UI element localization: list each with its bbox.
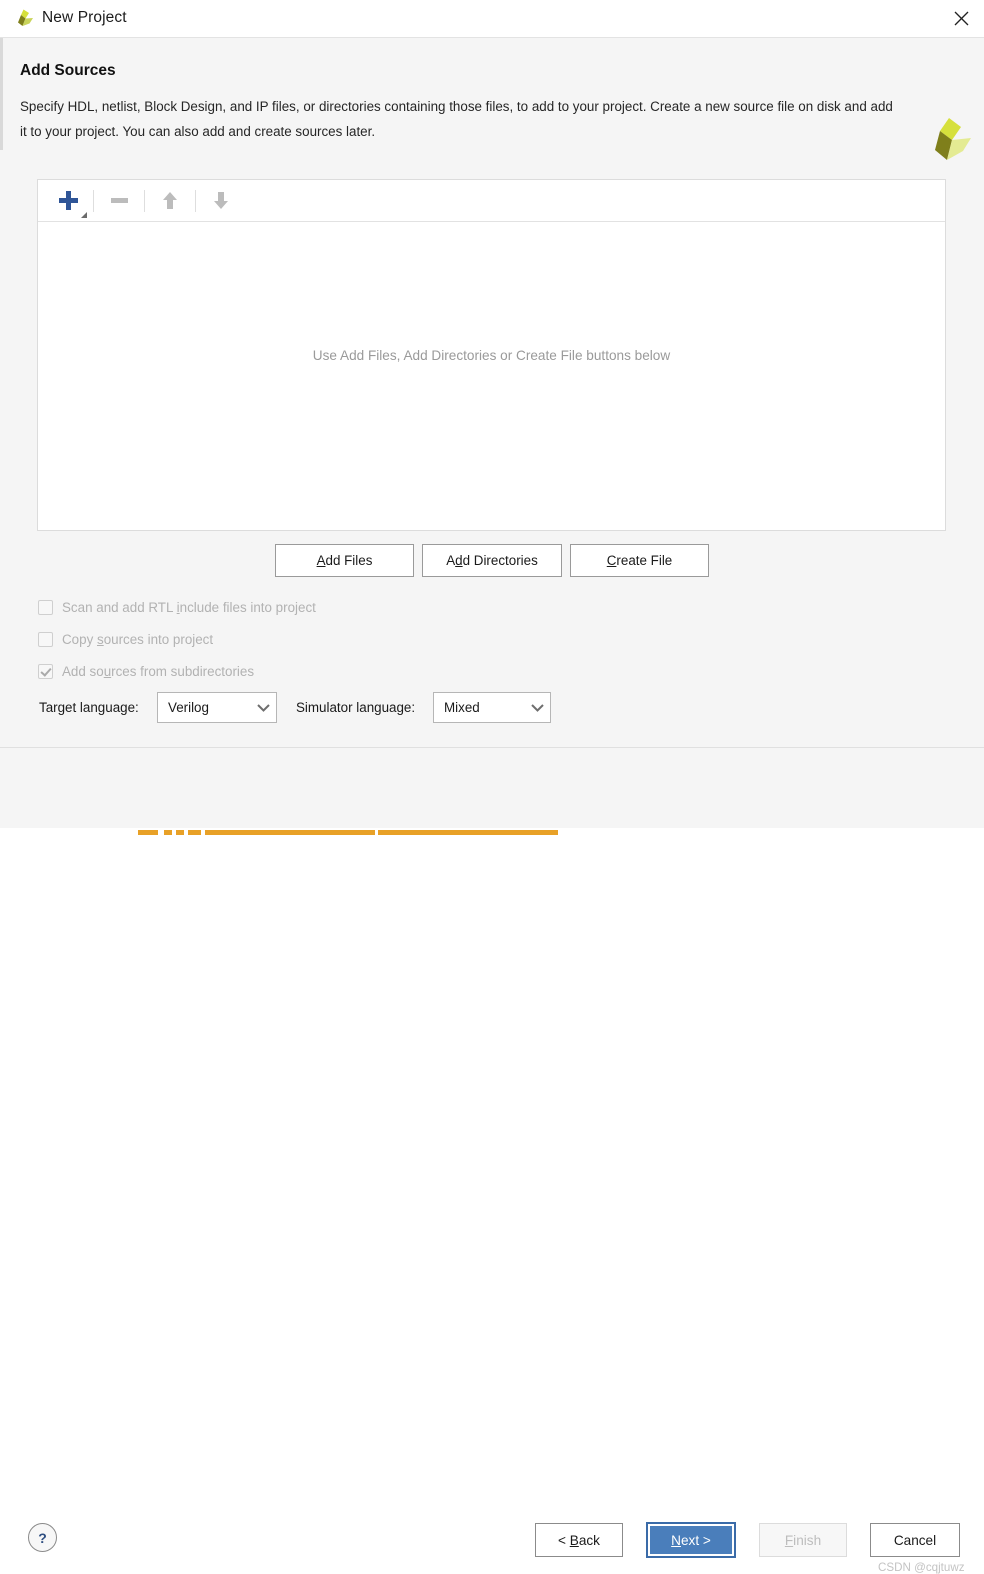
sources-panel: Use Add Files, Add Directories or Create… [37, 179, 946, 531]
target-language-label: Target language: [39, 700, 139, 715]
add-directories-label: Add Directories [446, 553, 538, 568]
add-directories-button[interactable]: Add Directories [422, 544, 562, 577]
taskbar-segment [138, 830, 158, 835]
toolbar-separator [144, 189, 145, 212]
arrow-up-icon [163, 192, 177, 209]
copy-sources-checkbox-row[interactable]: Copy sources into project [38, 629, 213, 649]
create-file-button[interactable]: Create File [570, 544, 709, 577]
toolbar-separator [195, 189, 196, 212]
next-label: Next > [671, 1532, 711, 1548]
vivado-logo-icon [13, 8, 35, 30]
taskbar-segment [164, 830, 172, 835]
chevron-down-icon [524, 703, 550, 712]
simulator-language-label: Simulator language: [296, 700, 416, 715]
arrow-down-icon [214, 192, 228, 209]
dialog-titlebar: New Project [0, 0, 984, 38]
taskbar-segment [188, 830, 201, 835]
page-title: Add Sources [20, 62, 116, 79]
toolbar-separator [93, 189, 94, 212]
new-project-dialog: New Project Add Sources Specify HDL, net… [0, 0, 984, 1574]
add-files-label: Add Files [316, 553, 373, 568]
sources-toolbar [38, 180, 945, 222]
watermark: CSDN @cqjtuwz [878, 1561, 965, 1574]
next-button[interactable]: Next > [646, 1522, 736, 1558]
scan-rtl-include-checkbox[interactable] [38, 599, 53, 615]
plus-icon [58, 191, 78, 210]
cancel-button[interactable]: Cancel [870, 1523, 960, 1557]
xilinx-pinwheel-logo-icon [927, 116, 973, 164]
close-icon[interactable] [938, 0, 984, 37]
cancel-label: Cancel [893, 1532, 937, 1548]
simulator-language-select[interactable]: Mixed [433, 692, 551, 723]
create-file-label: Create File [606, 553, 673, 568]
back-label: < Back [558, 1532, 600, 1548]
target-language-value: Verilog [168, 700, 209, 715]
empty-message-text: Use Add Files, Add Directories or Create… [312, 347, 671, 363]
page-description: Specify HDL, netlist, Block Design, and … [20, 99, 893, 139]
dialog-title: New Project [42, 9, 127, 26]
dropdown-caret-icon [81, 211, 87, 218]
finish-label: Finish [784, 1532, 822, 1548]
scan-rtl-include-label: Scan and add RTL include files into proj… [62, 599, 316, 615]
copy-sources-checkbox[interactable] [38, 631, 53, 647]
header-section: Add Sources Specify HDL, netlist, Block … [0, 38, 984, 160]
target-language-select[interactable]: Verilog [157, 692, 277, 723]
chevron-down-icon [250, 703, 276, 712]
add-from-subdirectories-checkbox[interactable] [38, 663, 53, 679]
simulator-language-value: Mixed [444, 700, 480, 715]
taskbar-segment [205, 830, 375, 835]
add-files-button[interactable]: Add Files [275, 544, 414, 577]
taskbar-segment [378, 830, 558, 835]
move-source-down-button[interactable] [200, 181, 242, 221]
scan-rtl-include-checkbox-row[interactable]: Scan and add RTL include files into proj… [38, 597, 316, 617]
copy-sources-label: Copy sources into project [62, 631, 214, 647]
finish-button: Finish [759, 1523, 847, 1557]
dialog-footer: ? < Back Next > Finish Cancel CSDN @cqjt… [0, 748, 984, 1574]
back-button[interactable]: < Back [535, 1523, 623, 1557]
minus-icon [110, 198, 128, 203]
taskbar-segment [176, 830, 184, 835]
add-from-subdirectories-label: Add sources from subdirectories [62, 663, 255, 679]
add-source-button[interactable] [47, 181, 89, 221]
add-from-subdirectories-checkbox-row[interactable]: Add sources from subdirectories [38, 661, 254, 681]
help-icon[interactable]: ? [28, 1523, 57, 1552]
remove-source-button[interactable] [98, 181, 140, 221]
sources-empty-message: Use Add Files, Add Directories or Create… [38, 180, 945, 530]
move-source-up-button[interactable] [149, 181, 191, 221]
